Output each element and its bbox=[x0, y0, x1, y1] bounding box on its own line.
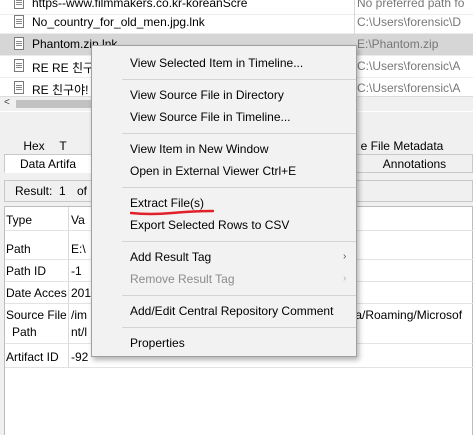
scroll-left-icon[interactable]: < bbox=[4, 97, 10, 108]
file-path: C:\Users\forensic\D bbox=[357, 15, 462, 29]
menu-separator bbox=[122, 327, 356, 328]
submenu-arrow-icon: › bbox=[343, 251, 347, 262]
menu-separator bbox=[122, 295, 356, 296]
file-name: RE RE 친구 bbox=[32, 61, 95, 75]
red-underline-annotation bbox=[130, 209, 214, 216]
result-of-label: of bbox=[77, 184, 88, 198]
file-path: No preferred path fo bbox=[357, 0, 465, 10]
file-path: C:\Users\forensic\A bbox=[357, 81, 461, 95]
menu-item-view-source-directory[interactable]: View Source File in Directory bbox=[130, 86, 284, 104]
menu-item-export-csv[interactable]: Export Selected Rows to CSV bbox=[130, 216, 289, 234]
row-key-continued: Path bbox=[12, 325, 37, 339]
menu-separator bbox=[122, 187, 356, 188]
context-menu: View Selected Item in Timeline... View S… bbox=[91, 45, 357, 357]
result-label: Result: bbox=[15, 184, 53, 198]
file-icon bbox=[14, 81, 24, 94]
row-key: Path bbox=[6, 242, 31, 256]
row-value: -92 bbox=[71, 350, 89, 364]
menu-separator bbox=[122, 79, 356, 80]
file-row[interactable]: No_country_for_old_men.jpg.lnk C:\Users\… bbox=[0, 12, 473, 34]
row-key: Artifact ID bbox=[6, 350, 59, 364]
scrollbar-thumb[interactable] bbox=[16, 100, 96, 108]
row-value: -1 bbox=[71, 264, 82, 278]
row-value-tail: ta/Roaming/Microsof bbox=[352, 308, 463, 322]
header-value: Va bbox=[71, 213, 85, 227]
row-key: Date Acces bbox=[6, 286, 67, 300]
row-key: Path ID bbox=[6, 264, 47, 278]
file-name: No_country_for_old_men.jpg.lnk bbox=[32, 15, 205, 29]
submenu-arrow-icon: › bbox=[343, 273, 347, 284]
menu-item-view-new-window[interactable]: View Item in New Window bbox=[130, 140, 269, 158]
row-key: Source File bbox=[6, 308, 67, 322]
header-type: Type bbox=[6, 213, 33, 227]
menu-item-view-source-timeline[interactable]: View Source File in Timeline... bbox=[130, 108, 291, 126]
file-icon bbox=[14, 37, 24, 50]
file-path: C:\Users\forensic\A bbox=[357, 59, 461, 73]
menu-separator bbox=[122, 133, 356, 134]
tab-annotations[interactable]: Annotations bbox=[356, 154, 473, 173]
file-path: E:\Phantom.zip bbox=[357, 37, 439, 51]
menu-item-view-in-timeline[interactable]: View Selected Item in Timeline... bbox=[130, 54, 303, 72]
row-value: E:\ bbox=[71, 242, 86, 256]
row-value: /im bbox=[71, 308, 87, 322]
menu-item-properties[interactable]: Properties bbox=[130, 334, 185, 352]
result-index: 1 bbox=[59, 184, 66, 198]
row-value: 201 bbox=[71, 286, 92, 300]
file-icon bbox=[14, 0, 24, 9]
menu-item-remove-result-tag: Remove Result Tag bbox=[130, 272, 235, 286]
file-icon bbox=[14, 15, 24, 28]
tab-data-artifacts[interactable]: Data Artifa bbox=[4, 154, 92, 173]
menu-item-add-edit-comment[interactable]: Add/Edit Central Repository Comment bbox=[130, 302, 333, 320]
file-name: https--www.filmmakers.co.kr-koreanScre bbox=[32, 0, 248, 10]
row-value-continued: nt/l bbox=[71, 325, 88, 339]
file-icon bbox=[14, 59, 24, 72]
menu-item-add-result-tag[interactable]: Add Result Tag bbox=[130, 248, 211, 266]
menu-item-open-external-viewer[interactable]: Open in External Viewer Ctrl+E bbox=[130, 162, 296, 180]
menu-separator bbox=[122, 241, 356, 242]
